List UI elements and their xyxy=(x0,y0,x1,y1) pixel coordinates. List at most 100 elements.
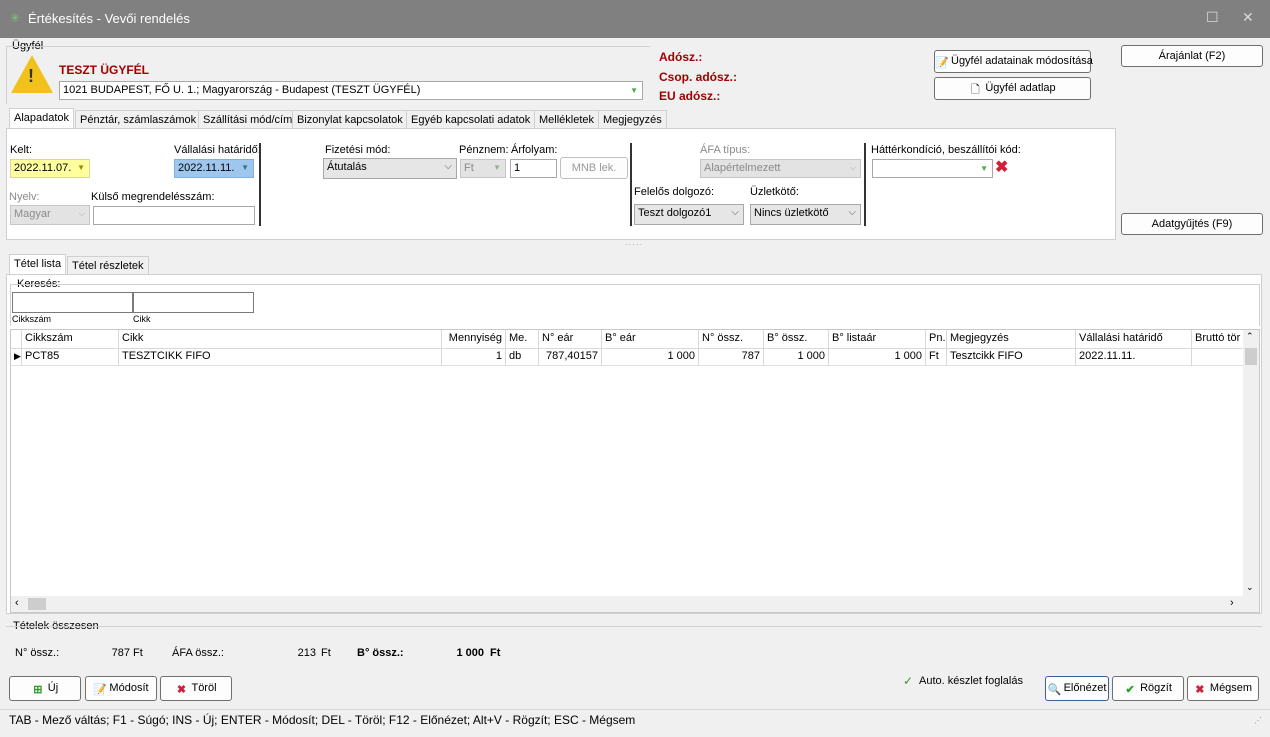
window-title: Értékesítés - Vevői rendelés xyxy=(28,11,190,26)
language-select: Magyar ⌵ xyxy=(10,205,90,225)
maximize-icon[interactable]: ☐ xyxy=(1206,9,1219,26)
delete-button[interactable]: ✖ Töröl xyxy=(160,676,232,701)
column-header[interactable]: B° össz. xyxy=(764,330,829,348)
tab-alapadatok[interactable]: Alapadatok xyxy=(9,108,75,129)
table-row[interactable]: ▶ PCT85 TESZTCIKK FIFO 1 db 787,40157 1 … xyxy=(11,348,1243,366)
column-header[interactable]: Cikkszám xyxy=(22,330,119,348)
row-selected-icon: ▶ xyxy=(11,348,22,366)
table-cell[interactable]: 1 xyxy=(442,348,506,366)
quote-button[interactable]: Árajánlat (F2) xyxy=(1121,45,1263,67)
search-code-label: Cikkszám xyxy=(12,314,52,324)
column-header[interactable]: Cikk xyxy=(119,330,442,348)
external-order-label: Külső megrendelésszám: xyxy=(91,191,215,203)
vat-total-label: ÁFA össz.: xyxy=(172,647,224,659)
table-cell[interactable]: db xyxy=(506,348,539,366)
scroll-down-icon[interactable]: ⌄ xyxy=(1246,582,1254,593)
cancel-button[interactable]: ✖ Mégsem xyxy=(1187,676,1259,701)
scroll-left-icon[interactable]: ‹ xyxy=(15,597,19,609)
modify-button[interactable]: 📝 Módosít xyxy=(85,676,157,701)
rate-label: Árfolyam: xyxy=(511,144,558,156)
edit-icon: 📝 xyxy=(935,57,949,69)
mnb-query-button: MNB lek. xyxy=(560,157,628,179)
vertical-scrollbar[interactable] xyxy=(1243,330,1259,596)
tab-penztar[interactable]: Pénztár, számlaszámok xyxy=(75,110,202,129)
column-header[interactable]: Pn. xyxy=(926,330,947,348)
column-header[interactable]: Megjegyzés xyxy=(947,330,1076,348)
resize-grip-icon[interactable]: ⋰ xyxy=(1254,716,1262,725)
new-button[interactable]: ⊞ Új xyxy=(9,676,81,701)
agent-label: Üzletkötő: xyxy=(750,186,799,198)
table-cell[interactable]: 1 000 xyxy=(829,348,926,366)
row-indicator-header xyxy=(11,330,22,348)
vat-type-select: Alapértelmezett ⌵ xyxy=(700,159,861,178)
title-bar: ✳ Értékesítés - Vevői rendelés ☐ ✕ xyxy=(0,0,1270,38)
vat-total-currency: Ft xyxy=(321,647,331,659)
column-header[interactable]: Me. xyxy=(506,330,539,348)
table-cell[interactable]: TESZTCIKK FIFO xyxy=(119,348,442,366)
tab-item-details[interactable]: Tétel részletek xyxy=(67,256,149,275)
table-cell[interactable]: Ft xyxy=(926,348,947,366)
net-total-currency: Ft xyxy=(133,647,143,659)
background-condition-select[interactable]: ▼ xyxy=(872,159,993,178)
warning-mark: ! xyxy=(28,66,34,86)
vertical-scroll-thumb[interactable] xyxy=(1245,348,1257,365)
column-header[interactable]: Vállalási határidő xyxy=(1076,330,1192,348)
deadline-label: Vállalási határidő: xyxy=(174,144,261,156)
customer-address-select[interactable]: 1021 BUDAPEST, FŐ U. 1.; Magyarország - … xyxy=(59,81,643,100)
table-cell[interactable]: 787,40157 xyxy=(539,348,602,366)
table-cell[interactable]: 2022.11.11. xyxy=(1076,348,1192,366)
deadline-date-field[interactable]: 2022.11.11. ▼ xyxy=(174,159,254,178)
table-cell[interactable]: Tesztcikk FIFO xyxy=(947,348,1076,366)
external-order-input[interactable] xyxy=(93,206,255,225)
search-item-input[interactable] xyxy=(133,292,254,313)
responsible-label: Felelős dolgozó: xyxy=(634,186,715,198)
scroll-right-icon[interactable]: › xyxy=(1230,597,1234,609)
column-header[interactable]: Mennyiség xyxy=(442,330,506,348)
table-cell[interactable]: 1 000 xyxy=(602,348,699,366)
responsible-select[interactable]: Teszt dolgozó1 ⌵ xyxy=(634,204,744,225)
modify-customer-button[interactable]: 📝 Ügyfél adatainak módosítása xyxy=(934,50,1093,73)
table-cell[interactable]: 1 000 xyxy=(764,348,829,366)
rate-input[interactable]: 1 xyxy=(510,159,557,178)
column-header[interactable]: N° eár xyxy=(539,330,602,348)
preview-button[interactable]: 🔍 Előnézet xyxy=(1045,676,1109,701)
splitter-grip[interactable]: ····· xyxy=(625,240,643,249)
clear-icon[interactable]: ✖ xyxy=(995,159,1008,177)
column-header[interactable]: B° listaár xyxy=(829,330,926,348)
close-icon[interactable]: ✕ xyxy=(1242,9,1254,26)
tab-bizonylat[interactable]: Bizonylat kapcsolatok xyxy=(292,110,408,129)
tab-megjegyzes[interactable]: Megjegyzés xyxy=(598,110,667,129)
tax-number-label: Adósz.: xyxy=(659,50,703,64)
payment-method-select[interactable]: Átutalás ⌵ xyxy=(323,158,457,179)
tab-item-list[interactable]: Tétel lista xyxy=(9,254,67,275)
items-grid[interactable] xyxy=(10,329,1260,613)
payment-label: Fizetési mód: xyxy=(325,144,391,156)
grid-header: Cikkszám Cikk Mennyiség Me. N° eár B° eá… xyxy=(11,330,1243,349)
horizontal-scroll-thumb[interactable] xyxy=(28,598,46,610)
agent-select[interactable]: Nincs üzletkötő ⌵ xyxy=(750,204,861,225)
search-code-input[interactable] xyxy=(12,292,133,313)
kelt-date-field[interactable]: 2022.11.07. ▼ xyxy=(10,159,90,178)
tab-mellekletek[interactable]: Mellékletek xyxy=(534,110,600,129)
table-cell[interactable]: PCT85 xyxy=(22,348,119,366)
data-collect-button[interactable]: Adatgyűjtés (F9) xyxy=(1121,213,1263,235)
background-condition-label: Háttérkondíció, beszállítói kód: xyxy=(871,144,1021,156)
horizontal-scrollbar[interactable] xyxy=(11,596,1259,612)
auto-reserve-checkbox[interactable]: ✓ xyxy=(903,674,913,688)
language-label: Nyelv: xyxy=(9,191,40,203)
column-header[interactable]: B° eár xyxy=(602,330,699,348)
table-cell[interactable] xyxy=(1192,348,1243,366)
app-icon: ✳ xyxy=(10,11,21,25)
column-header[interactable]: N° össz. xyxy=(699,330,764,348)
tab-egyeb[interactable]: Egyéb kapcsolati adatok xyxy=(406,110,536,129)
kelt-label: Kelt: xyxy=(10,144,33,156)
column-header[interactable]: Bruttó tör xyxy=(1192,330,1243,348)
save-icon: ✔ xyxy=(1125,684,1135,696)
tab-szallitas[interactable]: Szállítási mód/cím xyxy=(198,110,298,129)
customer-datasheet-button[interactable]: 🗋 Ügyfél adatlap xyxy=(934,77,1091,100)
divider xyxy=(864,143,866,226)
preview-icon: 🔍 xyxy=(1047,684,1062,696)
scroll-up-icon[interactable]: ⌃ xyxy=(1246,331,1254,342)
table-cell[interactable]: 787 xyxy=(699,348,764,366)
save-button[interactable]: ✔ Rögzít xyxy=(1112,676,1184,701)
